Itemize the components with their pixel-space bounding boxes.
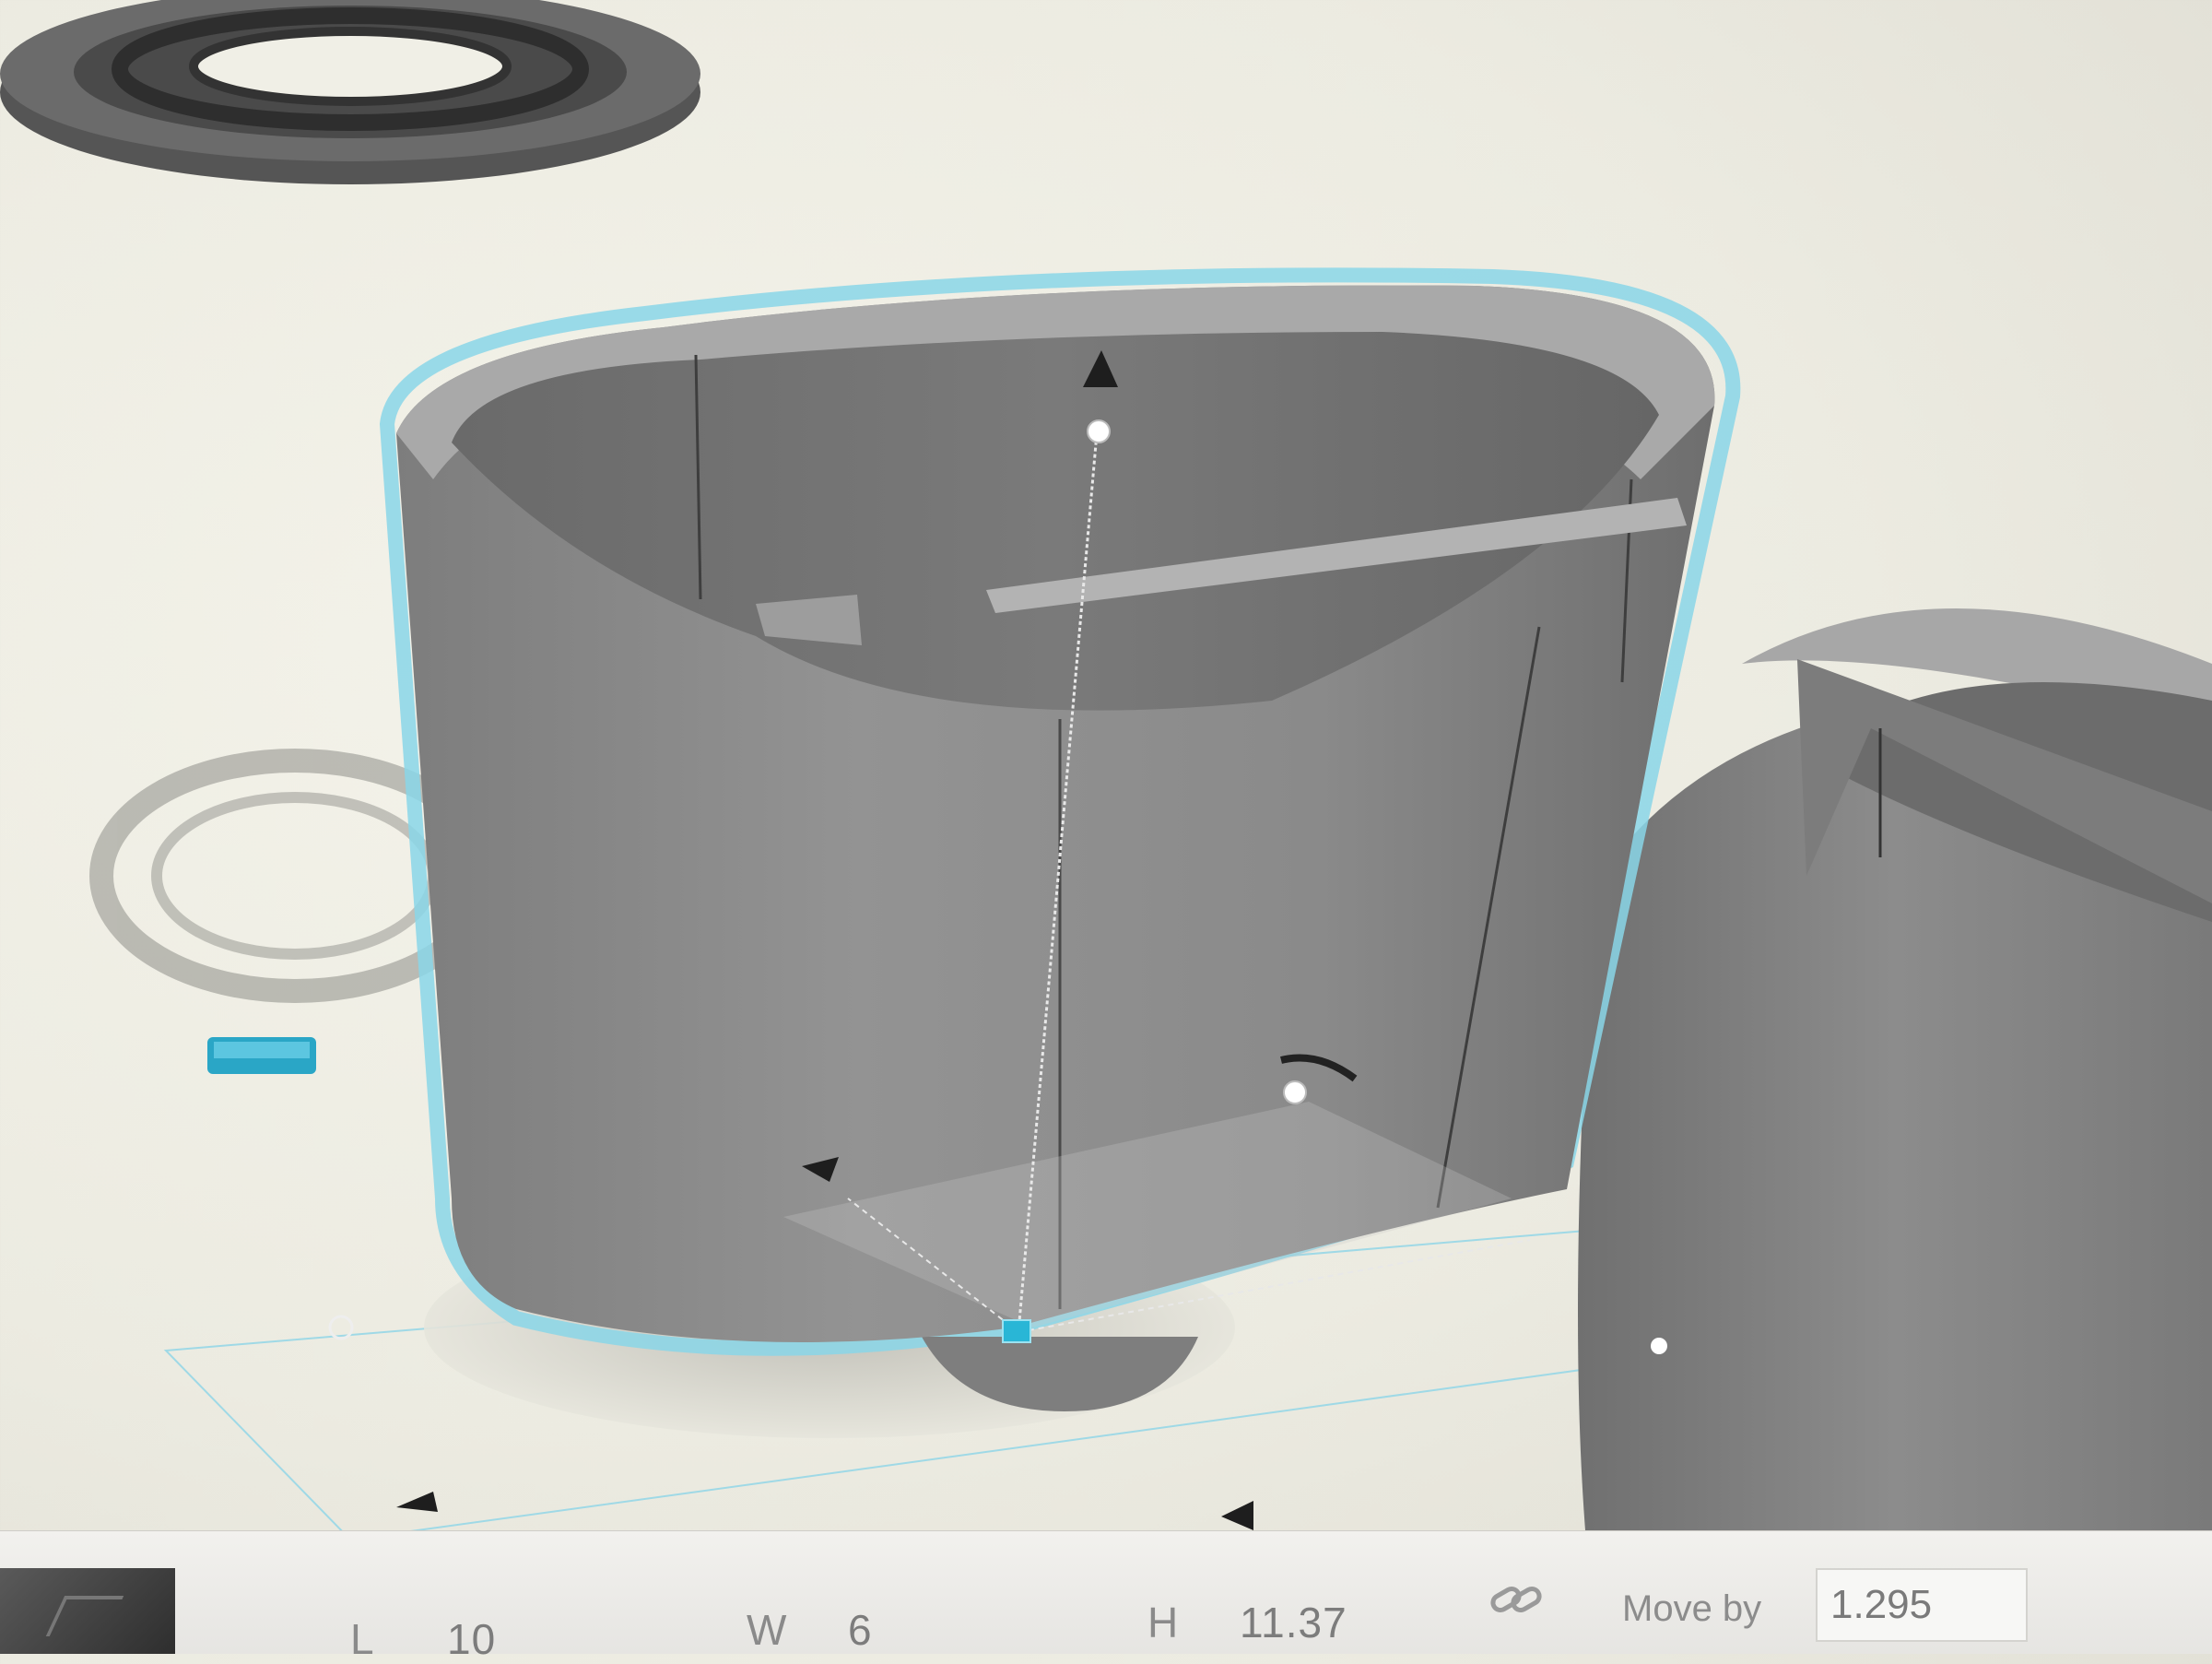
view-cube-thumbnail[interactable]: [0, 1568, 175, 1654]
width-label: W: [747, 1606, 788, 1654]
move-by-label: Move by: [1622, 1588, 1762, 1629]
3d-viewport[interactable]: [0, 0, 2212, 1549]
ring-object: [0, 0, 700, 184]
dimension-toolbar: L 10 W 6 H 11.37 Move by: [0, 1530, 2212, 1663]
height-value[interactable]: 11.37: [1240, 1598, 1347, 1647]
origin-handle: [1002, 1319, 1031, 1343]
cylinder-object: [1578, 608, 2212, 1530]
small-part: [207, 1037, 316, 1074]
length-label: L: [350, 1615, 375, 1663]
front-arrow-icon: [396, 1492, 438, 1512]
height-label: H: [1147, 1599, 1180, 1646]
move-by-input[interactable]: [1816, 1568, 2028, 1642]
length-value[interactable]: 10: [447, 1614, 496, 1664]
right-arrow-icon: [1221, 1501, 1253, 1530]
link-icon[interactable]: [1488, 1579, 1544, 1620]
height-handle: [1087, 419, 1111, 443]
width-value[interactable]: 6: [848, 1605, 873, 1655]
